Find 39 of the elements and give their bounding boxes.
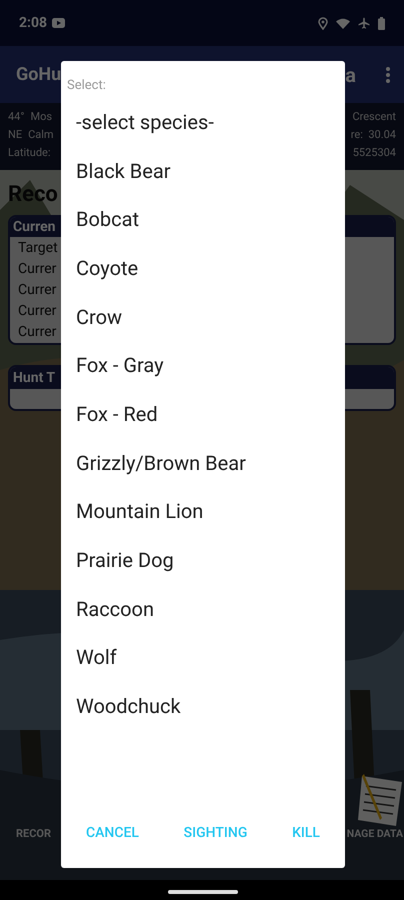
battery-icon xyxy=(378,16,385,30)
species-option[interactable]: Fox - Red xyxy=(61,390,345,438)
card-row-label: Currer xyxy=(18,323,56,342)
card-row-label: Currer xyxy=(18,281,56,300)
location-icon xyxy=(318,16,328,30)
app-title: GoHu xyxy=(16,63,62,87)
card-header: Hunt T xyxy=(13,368,56,388)
species-option[interactable]: Black Bear xyxy=(61,146,345,195)
weather-text: Mos xyxy=(30,109,52,125)
airplane-icon xyxy=(358,17,370,29)
species-option[interactable]: Grizzly/Brown Bear xyxy=(61,438,345,487)
species-option[interactable]: Woodchuck xyxy=(61,682,345,730)
card-row-label: Target xyxy=(18,239,58,258)
weather-text: NE xyxy=(8,127,22,143)
species-option[interactable]: -select species- xyxy=(61,98,345,146)
status-time: 2:08 xyxy=(19,14,48,32)
species-option[interactable]: Wolf xyxy=(61,633,345,682)
weather-text: 5525304 xyxy=(352,145,396,161)
section-heading: Reco xyxy=(8,181,59,209)
weather-text: Latitude: xyxy=(8,145,51,161)
more-options-icon[interactable] xyxy=(386,66,390,82)
weather-text: Calm xyxy=(28,127,54,143)
weather-text: Crescent xyxy=(352,109,396,125)
app-title: a xyxy=(345,62,356,88)
wifi-icon xyxy=(336,18,350,28)
species-option[interactable]: Fox - Gray xyxy=(61,340,345,390)
species-option[interactable]: Coyote xyxy=(61,244,345,292)
video-icon xyxy=(52,18,66,28)
species-option[interactable]: Bobcat xyxy=(61,194,345,244)
dialog-title: Select: xyxy=(66,77,107,95)
weather-text: 44° xyxy=(8,109,24,125)
card-row-label: Currer xyxy=(18,302,56,321)
species-option[interactable]: Raccoon xyxy=(61,584,345,634)
species-option[interactable]: Mountain Lion xyxy=(61,487,345,536)
species-option[interactable]: Crow xyxy=(61,292,345,341)
card-row-label: Currer xyxy=(18,260,56,279)
species-option[interactable]: Prairie Dog xyxy=(61,536,345,584)
card-header: Curren xyxy=(13,218,56,236)
weather-text: re: 30.04 xyxy=(350,127,396,143)
